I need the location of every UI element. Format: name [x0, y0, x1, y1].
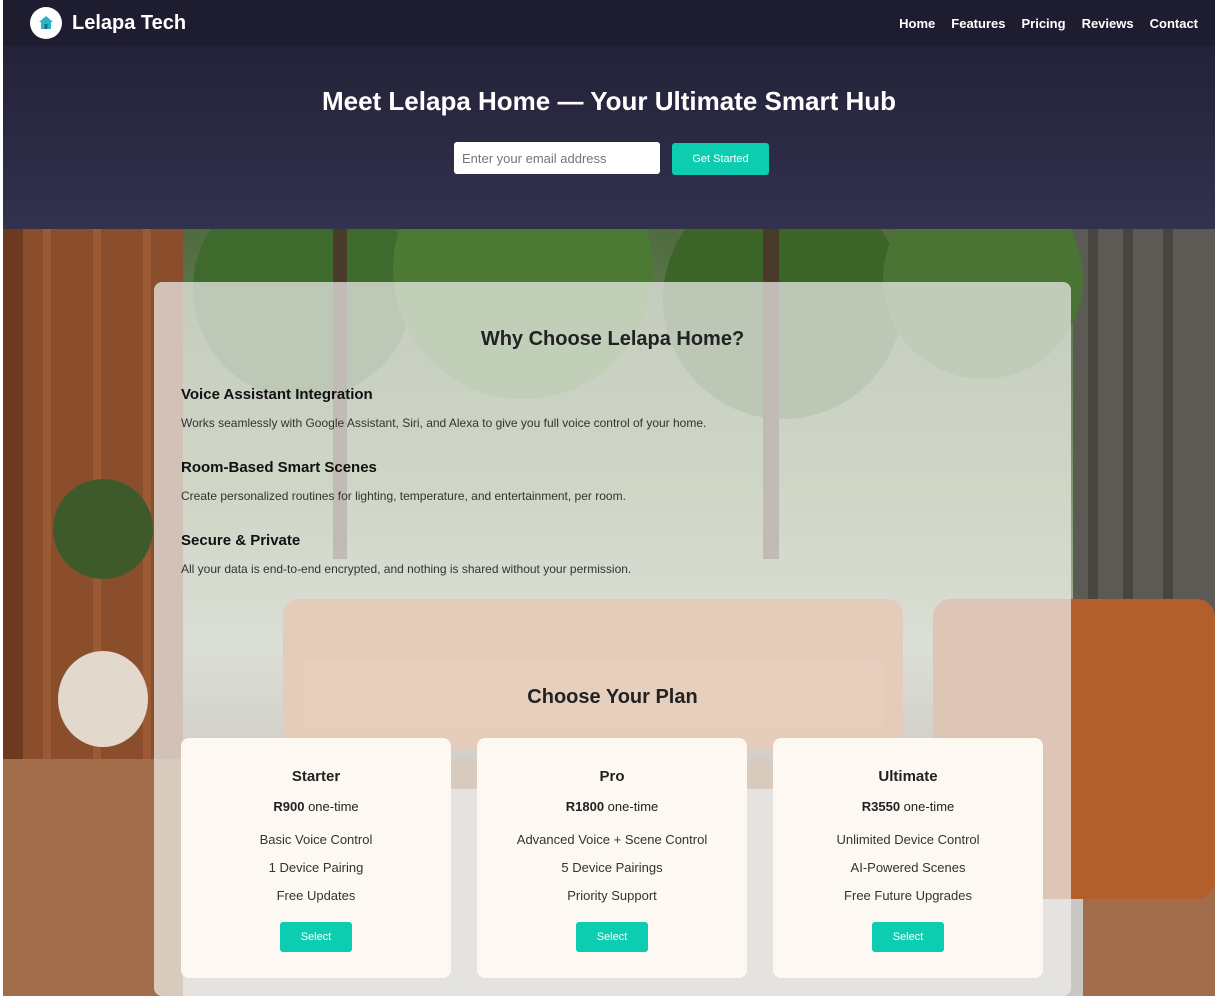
plan-feature: 1 Device Pairing — [268, 860, 364, 875]
plan-price-line: R3550 one-time — [773, 799, 1043, 814]
select-starter-button[interactable]: Select — [280, 922, 352, 952]
feature-title: Voice Assistant Integration — [181, 386, 373, 403]
email-input[interactable] — [454, 142, 660, 174]
home-logo-icon — [30, 7, 62, 39]
feature-description: All your data is end-to-end encrypted, a… — [181, 562, 632, 576]
plan-feature: Unlimited Device Control — [836, 832, 980, 847]
plan-price: R900 — [273, 799, 305, 814]
plan-name: Ultimate — [878, 768, 938, 785]
nav-link-features[interactable]: Features — [951, 16, 1005, 31]
nav-link-pricing[interactable]: Pricing — [1021, 16, 1065, 31]
select-ultimate-button[interactable]: Select — [872, 922, 944, 952]
plan-price: R1800 — [565, 799, 605, 814]
plan-feature: Basic Voice Control — [259, 832, 373, 847]
plan-name: Pro — [599, 768, 625, 785]
hero-title: Meet Lelapa Home — Your Ultimate Smart H… — [321, 86, 897, 116]
plan-card-starter: Starter R900 one-time Basic Voice Contro… — [181, 738, 451, 978]
nav-link-home[interactable]: Home — [899, 16, 935, 31]
feature-description: Works seamlessly with Google Assistant, … — [181, 416, 707, 430]
plan-feature: AI-Powered Scenes — [850, 860, 966, 875]
why-title: Why Choose Lelapa Home? — [480, 328, 745, 350]
nav-link-reviews[interactable]: Reviews — [1082, 16, 1134, 31]
plan-term: one-time — [607, 799, 659, 814]
feature-title: Secure & Private — [181, 532, 301, 549]
plan-term: one-time — [903, 799, 955, 814]
nav-links: Home Features Pricing Reviews Contact — [899, 16, 1198, 31]
plan-features: Advanced Voice + Scene Control 5 Device … — [477, 826, 747, 910]
plan-card-ultimate: Ultimate R3550 one-time Unlimited Device… — [773, 738, 1043, 978]
plan-feature: 5 Device Pairings — [561, 860, 663, 875]
feature-title: Room-Based Smart Scenes — [181, 459, 377, 476]
plans-list: Starter R900 one-time Basic Voice Contro… — [181, 738, 1043, 978]
plan-feature: Priority Support — [567, 888, 657, 903]
feature-voice-assistant: Voice Assistant Integration Works seamle… — [181, 386, 706, 430]
plan-card-pro: Pro R1800 one-time Advanced Voice + Scen… — [477, 738, 747, 978]
select-pro-button[interactable]: Select — [576, 922, 648, 952]
feature-smart-scenes: Room-Based Smart Scenes Create personali… — [181, 459, 626, 503]
signup-form: Get Started — [454, 142, 769, 175]
plan-price-line: R900 one-time — [181, 799, 451, 814]
nav-link-contact[interactable]: Contact — [1150, 16, 1198, 31]
feature-secure-private: Secure & Private All your data is end-to… — [181, 532, 631, 576]
plans-title: Choose Your Plan — [527, 686, 698, 708]
plan-price-line: R1800 one-time — [477, 799, 747, 814]
plan-term: one-time — [308, 799, 359, 814]
plan-price: R3550 — [861, 799, 901, 814]
brand[interactable]: Lelapa Tech — [30, 7, 186, 39]
plan-features: Basic Voice Control 1 Device Pairing Fre… — [181, 826, 451, 910]
brand-name: Lelapa Tech — [72, 11, 187, 34]
hero-section: Meet Lelapa Home — Your Ultimate Smart H… — [3, 46, 1215, 229]
top-navbar: Lelapa Tech Home Features Pricing Review… — [3, 0, 1215, 46]
feature-description: Create personalized routines for lightin… — [181, 489, 626, 503]
plan-features: Unlimited Device Control AI-Powered Scen… — [773, 826, 1043, 910]
plan-feature: Advanced Voice + Scene Control — [516, 832, 708, 847]
content-panel: Why Choose Lelapa Home? Voice Assistant … — [154, 282, 1071, 996]
plan-feature: Free Future Upgrades — [844, 888, 972, 903]
plan-feature: Free Updates — [276, 888, 356, 903]
get-started-button[interactable]: Get Started — [672, 143, 769, 175]
page: Lelapa Tech Home Features Pricing Review… — [3, 0, 1215, 996]
plan-name: Starter — [291, 768, 341, 785]
